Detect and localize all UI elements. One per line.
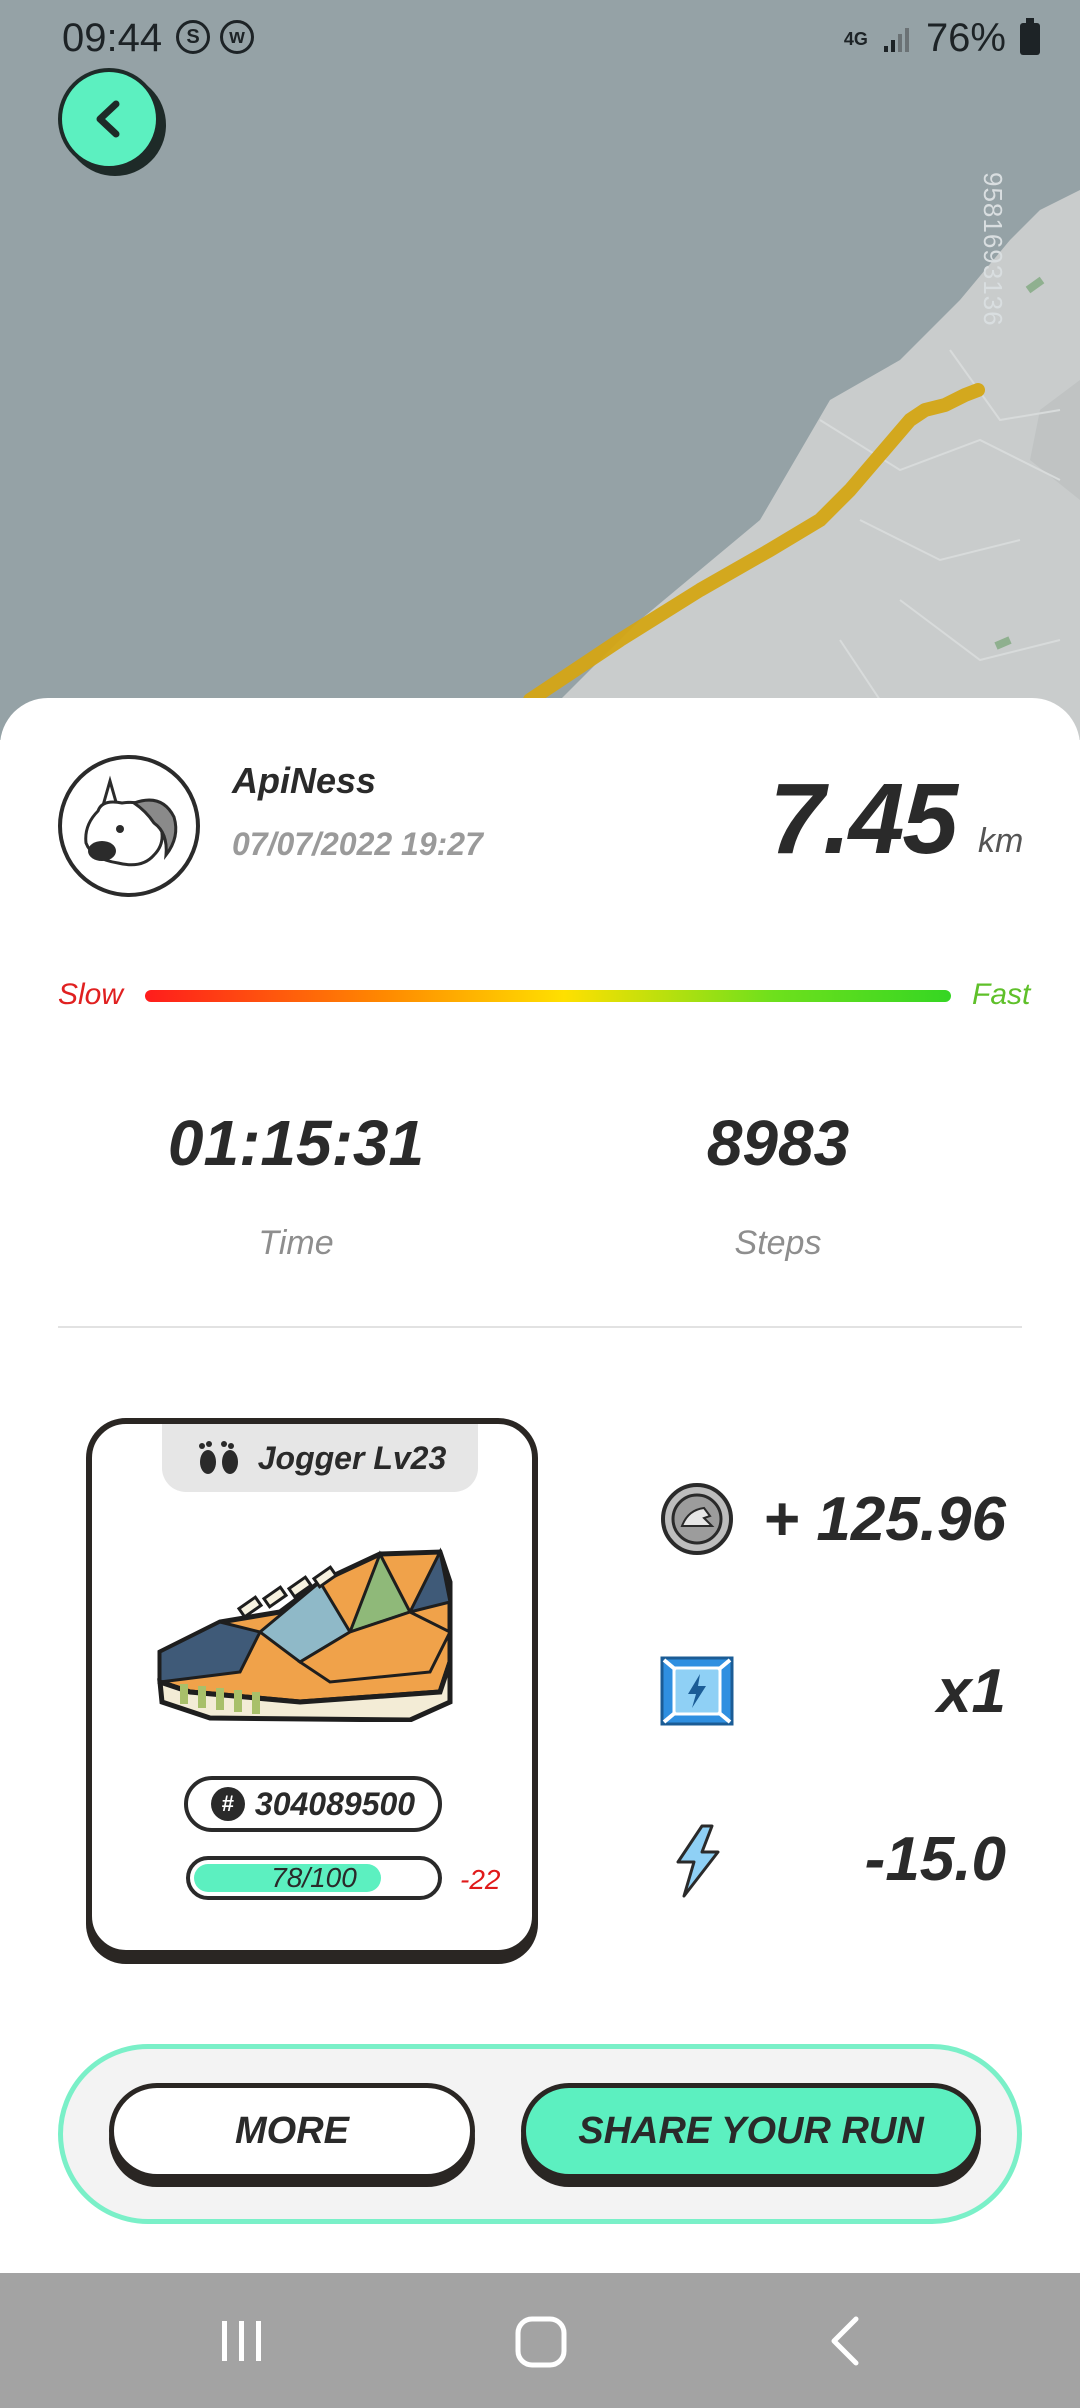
time-value: 01:15:31 — [167, 1107, 425, 1179]
speed-slow-label: Slow — [58, 978, 124, 1011]
unicorn-avatar-icon — [84, 775, 178, 867]
sneaker-type-tag: Jogger Lv23 — [162, 1424, 478, 1492]
map-canvas — [520, 190, 1080, 740]
home-icon[interactable] — [512, 2313, 570, 2371]
status-time: 09:44 — [62, 16, 163, 60]
skype-icon: S — [176, 20, 210, 54]
distance-value: 7.45 — [769, 763, 958, 875]
user-name: ApiNess — [232, 760, 377, 801]
status-bar: 09:44 S w 4G 76% — [0, 0, 1080, 76]
battery-percent: 76% — [925, 16, 1006, 60]
signal-icon — [883, 27, 909, 52]
back-button[interactable] — [58, 68, 160, 170]
durability-change: -22 — [460, 1864, 501, 1895]
steps-label: Steps — [734, 1224, 822, 1262]
run-map[interactable]: 9581693136 — [0, 0, 1080, 740]
sneaker-card[interactable]: Jogger Lv23 # 304089500 78/100 -22 — [86, 1418, 538, 1956]
speed-fast-label: Fast — [972, 978, 1031, 1011]
map-id-label: 9581693136 — [978, 172, 1008, 327]
energy-bolt-icon — [676, 1824, 720, 1898]
recent-apps-icon[interactable] — [214, 2313, 270, 2369]
battery-icon — [1020, 17, 1040, 55]
gst-token-icon — [661, 1483, 733, 1555]
footprints-icon — [198, 1441, 238, 1474]
system-nav-bar — [0, 2273, 1080, 2408]
distance-unit: km — [978, 822, 1024, 860]
sneaker-type-label: Jogger Lv23 — [257, 1439, 447, 1476]
steps-value: 8983 — [706, 1107, 850, 1179]
run-date: 07/07/2022 19:27 — [232, 826, 483, 862]
nav-back-icon[interactable] — [820, 2313, 876, 2369]
token-reward-value: + 125.96 — [762, 1485, 1006, 1554]
more-button[interactable]: MORE — [109, 2083, 475, 2179]
energy-value: -15.0 — [864, 1825, 1006, 1894]
sneaker-image — [157, 1547, 453, 1722]
time-label: Time — [258, 1224, 334, 1262]
network-label: 4G — [843, 28, 868, 49]
hash-icon: # — [210, 1787, 245, 1821]
speed-gradient-bar — [145, 990, 951, 1002]
durability-text: 78/100 — [271, 1862, 357, 1893]
multiplier-icon — [660, 1656, 734, 1726]
w-icon: w — [220, 20, 254, 54]
share-run-button[interactable]: SHARE YOUR RUN — [521, 2083, 981, 2179]
notification-icons: S w — [176, 20, 254, 54]
avatar[interactable] — [58, 755, 200, 897]
status-right: 4G 76% — [844, 16, 1040, 61]
chevron-left-icon — [96, 100, 120, 138]
sneaker-id-badge: # 304089500 — [184, 1776, 442, 1832]
divider — [58, 1326, 1022, 1328]
multiplier-value: x1 — [937, 1657, 1006, 1726]
action-panel: MORE SHARE YOUR RUN — [58, 2044, 1022, 2224]
sneaker-id: 304089500 — [254, 1785, 416, 1822]
durability-bar: 78/100 — [186, 1856, 442, 1900]
